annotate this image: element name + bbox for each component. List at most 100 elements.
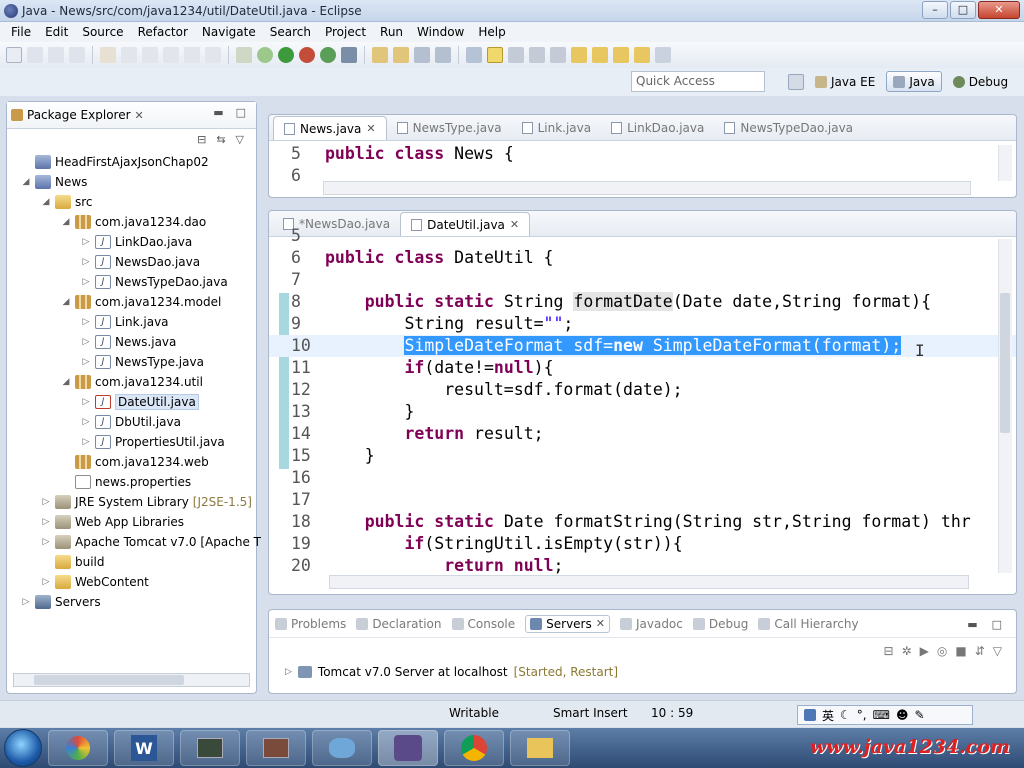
tree-item[interactable]: ▷ J NewsTypeDao.java: [81, 272, 228, 292]
tree-item[interactable]: HeadFirstAjaxJsonChap02: [21, 152, 209, 172]
open-type-icon[interactable]: [100, 47, 116, 63]
tree-item[interactable]: ▷ Servers: [21, 592, 101, 612]
minimize-view-icon[interactable]: ▬: [967, 618, 977, 631]
tree-item[interactable]: ◢ com.java1234.util: [61, 372, 203, 392]
skip-breakpoints-icon[interactable]: [236, 47, 252, 63]
horizontal-scrollbar[interactable]: [329, 575, 969, 589]
close-button[interactable]: ✕: [978, 1, 1020, 19]
expanded-arrow-icon[interactable]: ◢: [61, 377, 71, 387]
external-tools-icon[interactable]: [299, 47, 315, 63]
editor-main-code[interactable]: 5 6 public class DateUtil {7 8 public stati…: [269, 226, 1016, 577]
code-line[interactable]: 19 if(StringUtil.isEmpty(str)){: [269, 533, 1016, 555]
tree-item[interactable]: ◢ com.java1234.model: [61, 292, 221, 312]
code-line[interactable]: 12 result=sdf.format(date);: [269, 379, 1016, 401]
stop-server-icon[interactable]: ■: [955, 644, 966, 658]
menu-file[interactable]: File: [4, 25, 38, 39]
menu-refactor[interactable]: Refactor: [131, 25, 195, 39]
ime-language[interactable]: 英: [822, 707, 834, 724]
tree-item[interactable]: ◢ src: [41, 192, 93, 212]
collapsed-arrow-icon[interactable]: ▷: [81, 417, 91, 427]
wrench-icon[interactable]: ✎: [914, 708, 924, 722]
link-with-editor-icon[interactable]: ⇆: [216, 133, 225, 153]
menu-search[interactable]: Search: [263, 25, 318, 39]
editor-tab[interactable]: NewsType.java: [387, 116, 512, 140]
expanded-arrow-icon[interactable]: ◢: [61, 297, 71, 307]
bottom-view-tab[interactable]: Declaration: [356, 617, 442, 631]
bottom-view-tab[interactable]: Debug: [692, 617, 748, 631]
view-menu-icon[interactable]: ▽: [993, 644, 1002, 658]
horizontal-scrollbar[interactable]: [13, 673, 250, 687]
horizontal-scrollbar[interactable]: [323, 181, 971, 195]
tree-item[interactable]: ◢ News: [21, 172, 87, 192]
taskbar-app-eclipse[interactable]: [378, 730, 438, 766]
collapsed-arrow-icon[interactable]: ▷: [41, 497, 51, 507]
code-line[interactable]: 10 SimpleDateFormat sdf=new SimpleDateFo…: [269, 335, 1016, 357]
pin-editor-icon[interactable]: [655, 47, 671, 63]
maximize-button[interactable]: □: [950, 1, 976, 19]
step-icon[interactable]: [163, 47, 179, 63]
new-server-icon[interactable]: [320, 47, 336, 63]
tree-item[interactable]: ▷ WebContent: [41, 572, 149, 592]
collapse-icon[interactable]: ⊟: [884, 644, 894, 658]
tree-item[interactable]: build: [41, 552, 105, 572]
menu-help[interactable]: Help: [471, 25, 512, 39]
debug-icon[interactable]: [257, 47, 273, 63]
collapsed-arrow-icon[interactable]: ▷: [81, 237, 91, 247]
vertical-scrollbar-thumb[interactable]: [1000, 293, 1010, 433]
keyboard-icon[interactable]: ⌨: [873, 708, 890, 722]
bottom-view-tab[interactable]: Servers ✕: [525, 614, 610, 633]
code-line[interactable]: 6 public class DateUtil {: [269, 247, 1016, 269]
back-icon[interactable]: [613, 47, 629, 63]
tree-item[interactable]: news.properties: [61, 472, 191, 492]
code-line[interactable]: 11 if(date!=null){: [269, 357, 1016, 379]
previous-annotation-icon[interactable]: [592, 47, 608, 63]
tree-item[interactable]: ▷ J NewsType.java: [81, 352, 204, 372]
search-icon[interactable]: [435, 47, 451, 63]
menu-navigate[interactable]: Navigate: [195, 25, 263, 39]
taskbar-app-picasa[interactable]: [48, 730, 108, 766]
collapsed-arrow-icon[interactable]: ▷: [81, 317, 91, 327]
bottom-view-tab[interactable]: Javadoc: [619, 617, 683, 631]
collapsed-arrow-icon[interactable]: ▷: [41, 517, 51, 527]
expanded-arrow-icon[interactable]: ◢: [61, 217, 71, 227]
taskbar-app-chrome[interactable]: [444, 730, 504, 766]
next-annotation-icon[interactable]: [571, 47, 587, 63]
code-line[interactable]: 15 }: [269, 445, 1016, 467]
view-menu-icon[interactable]: ▽: [236, 133, 244, 153]
collapsed-arrow-icon[interactable]: ▷: [41, 537, 51, 547]
show-whitespace-icon[interactable]: [529, 47, 545, 63]
bottom-view-tab[interactable]: Call Hierarchy: [758, 617, 859, 631]
collapsed-arrow-icon[interactable]: ▷: [81, 357, 91, 367]
block-selection-icon[interactable]: [508, 47, 524, 63]
tree-item[interactable]: ▷ J DbUtil.java: [81, 412, 181, 432]
taskbar-app-dolphin[interactable]: [312, 730, 372, 766]
vertical-scrollbar[interactable]: [998, 145, 1012, 181]
code-line[interactable]: 7: [269, 269, 1016, 291]
open-perspective-icon[interactable]: [788, 73, 804, 90]
collapsed-arrow-icon[interactable]: ▷: [41, 577, 51, 587]
user-icon[interactable]: ☻: [896, 708, 909, 722]
collapse-all-icon[interactable]: ⊟: [197, 133, 206, 153]
code-line[interactable]: 9 String result="";: [269, 313, 1016, 335]
publish-icon[interactable]: ⇵: [975, 644, 985, 658]
tree-item[interactable]: com.java1234.web: [61, 452, 209, 472]
tree-item[interactable]: ▷ Apache Tomcat v7.0 [Apache T: [41, 532, 261, 552]
perspective-java-ee[interactable]: Java EE: [808, 71, 882, 92]
code-line[interactable]: 16: [269, 467, 1016, 489]
run-icon[interactable]: [278, 47, 294, 63]
tree-item[interactable]: ▷ J NewsDao.java: [81, 252, 200, 272]
save-all-icon[interactable]: [48, 47, 64, 63]
new-class-icon[interactable]: [341, 47, 357, 63]
debug-server-icon[interactable]: ✲: [902, 644, 912, 658]
open-folder-icon[interactable]: [372, 47, 388, 63]
close-tab-icon[interactable]: ✕: [366, 122, 375, 135]
forward-icon[interactable]: [634, 47, 650, 63]
tree-item[interactable]: ▷ J News.java: [81, 332, 176, 352]
server-entry[interactable]: ▷ Tomcat v7.0 Server at localhost [Start…: [285, 665, 618, 679]
collapsed-arrow-icon[interactable]: ▷: [81, 437, 91, 447]
menu-run[interactable]: Run: [373, 25, 410, 39]
close-icon[interactable]: ✕: [135, 109, 144, 122]
menu-window[interactable]: Window: [410, 25, 471, 39]
expanded-arrow-icon[interactable]: ◢: [41, 197, 51, 207]
quick-access-input[interactable]: Quick Access: [631, 71, 765, 92]
